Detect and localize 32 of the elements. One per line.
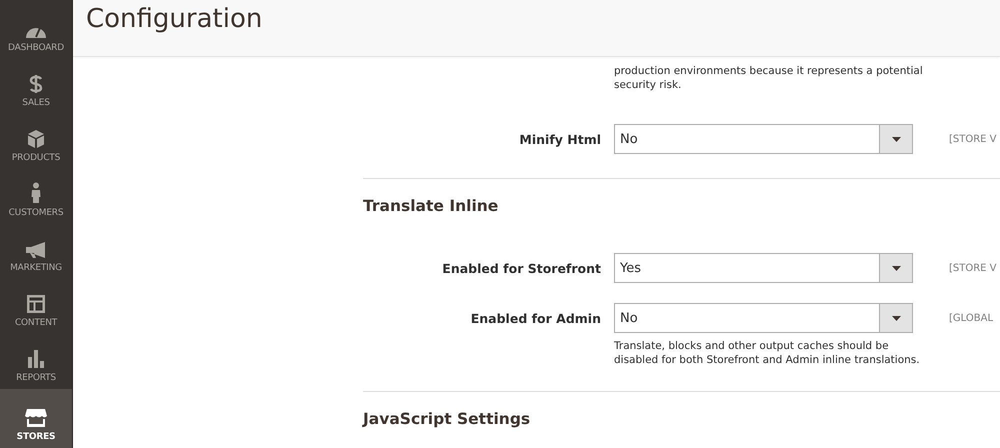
- store-icon: [24, 408, 48, 428]
- nav-item[interactable]: MARKETING: [0, 224, 72, 280]
- scope-label: [GLOBAL: [949, 312, 994, 324]
- caret-icon: [892, 136, 900, 142]
- caret-icon: [892, 316, 900, 320]
- nav-item[interactable]: CUSTOMERS: [0, 169, 72, 224]
- person-icon: [30, 182, 42, 204]
- dollar-icon: [29, 74, 43, 94]
- section-title[interactable]: JavaScript Settings: [363, 391, 1000, 428]
- section-title[interactable]: Translate Inline: [363, 178, 1000, 215]
- field-label: Minify Html: [518, 132, 601, 146]
- layout-icon: [26, 294, 46, 314]
- select-field[interactable]: No: [614, 303, 913, 333]
- field-note: Translate, blocks and other output caches should be disabled for both Storefront and Admin inline translations.: [614, 339, 921, 367]
- nav-item[interactable]: CONTENT: [0, 279, 72, 334]
- scope-label: [STORE V: [949, 262, 997, 274]
- bar-chart-icon: [27, 349, 45, 370]
- select-field[interactable]: Yes: [614, 253, 913, 283]
- field-label: Enabled for Admin: [470, 310, 601, 326]
- megaphone-icon: [25, 241, 47, 260]
- field-label: Enabled for Storefront: [441, 260, 601, 276]
- caret-icon: [892, 266, 900, 270]
- nav-item[interactable]: PRODUCTS: [0, 114, 72, 170]
- field-note: production environments because it represents a potential security risk.: [614, 64, 924, 92]
- nav-item[interactable]: STORES: [0, 389, 72, 448]
- select-field[interactable]: No: [614, 124, 913, 154]
- nav-item[interactable]: REPORTS: [0, 334, 72, 390]
- box-icon: [27, 129, 45, 150]
- nav-item[interactable]: DASHBOARD: [0, 4, 72, 60]
- page-title: Configuration: [85, 3, 264, 34]
- nav-item[interactable]: SALES: [0, 59, 72, 114]
- scope-label: [STORE V: [949, 134, 997, 144]
